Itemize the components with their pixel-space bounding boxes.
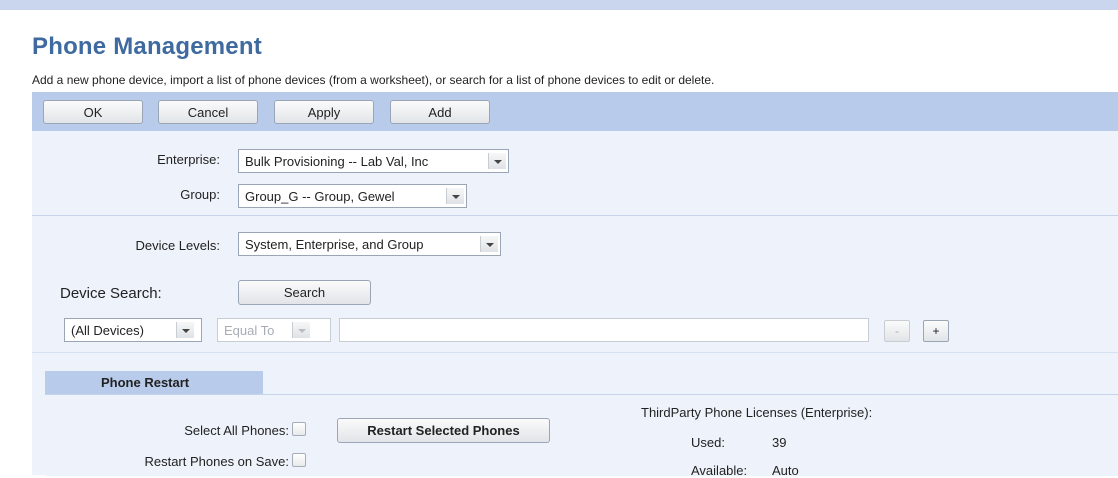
top-banner-strip <box>0 0 1118 10</box>
section-divider <box>32 352 1118 353</box>
apply-button[interactable]: Apply <box>274 100 374 124</box>
used-label: Used: <box>691 435 725 450</box>
search-criteria-select[interactable]: (All Devices) <box>64 318 202 342</box>
chevron-down-icon <box>176 322 194 338</box>
remove-criteria-button[interactable]: - <box>884 320 910 342</box>
available-value: Auto <box>772 463 799 478</box>
device-levels-select-value: System, Enterprise, and Group <box>245 237 424 252</box>
group-select-value: Group_G -- Group, Gewel <box>245 189 395 204</box>
add-criteria-button[interactable]: + <box>923 320 949 342</box>
restart-on-save-checkbox[interactable] <box>292 453 306 467</box>
chevron-down-icon <box>488 153 506 169</box>
device-levels-label: Device Levels: <box>135 238 220 253</box>
search-operator-value: Equal To <box>224 323 275 338</box>
enterprise-label: Enterprise: <box>157 152 220 167</box>
select-all-phones-label: Select All Phones: <box>184 423 289 438</box>
available-label: Available: <box>691 463 748 478</box>
chevron-down-icon <box>480 236 498 252</box>
restart-on-save-label: Restart Phones on Save: <box>144 454 289 469</box>
search-button[interactable]: Search <box>238 280 371 305</box>
enterprise-select-value: Bulk Provisioning -- Lab Val, Inc <box>245 154 429 169</box>
ok-button[interactable]: OK <box>43 100 143 124</box>
select-all-phones-checkbox[interactable] <box>292 422 306 436</box>
page-title: Phone Management <box>32 33 262 60</box>
action-toolbar: OK Cancel Apply Add <box>32 92 1118 131</box>
licenses-title: ThirdParty Phone Licenses (Enterprise): <box>641 405 873 420</box>
search-operator-select[interactable]: Equal To <box>217 318 331 342</box>
group-label: Group: <box>180 187 220 202</box>
device-levels-select[interactable]: System, Enterprise, and Group <box>238 232 501 256</box>
phone-restart-tab[interactable]: Phone Restart <box>45 371 263 394</box>
chevron-down-icon <box>292 322 310 338</box>
search-criteria-value: (All Devices) <box>71 323 144 338</box>
device-search-label: Device Search: <box>60 285 162 302</box>
section-divider <box>32 215 1118 216</box>
search-query-input[interactable] <box>339 318 869 342</box>
add-button[interactable]: Add <box>390 100 490 124</box>
used-value: 39 <box>772 435 787 450</box>
restart-selected-phones-button[interactable]: Restart Selected Phones <box>337 418 550 443</box>
enterprise-select[interactable]: Bulk Provisioning -- Lab Val, Inc <box>238 149 509 173</box>
page-subtitle: Add a new phone device, import a list of… <box>32 73 715 87</box>
group-select[interactable]: Group_G -- Group, Gewel <box>238 184 467 208</box>
chevron-down-icon <box>446 188 464 204</box>
cancel-button[interactable]: Cancel <box>158 100 258 124</box>
